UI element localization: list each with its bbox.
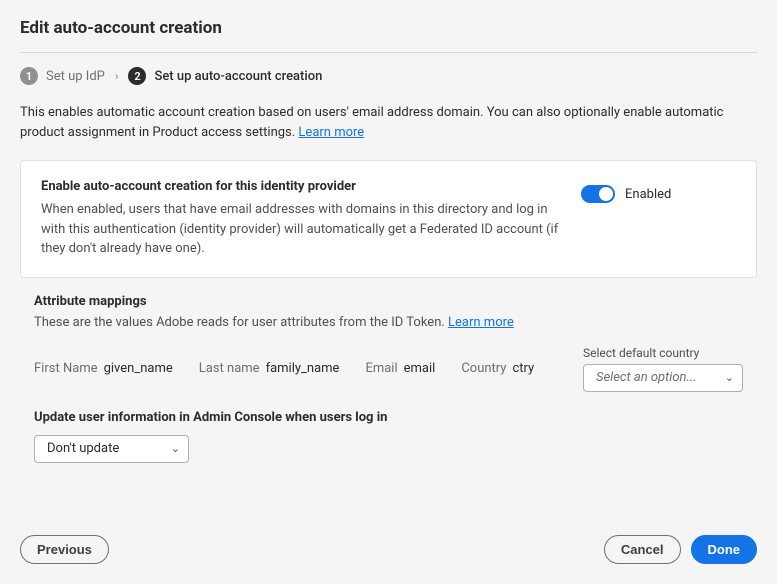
default-country-select[interactable]: Select an option... ⌄ [583,364,743,392]
enable-toggle[interactable] [581,185,615,203]
enable-toggle-label: Enabled [625,187,671,202]
previous-button[interactable]: Previous [20,535,109,564]
step-1[interactable]: 1 Set up IdP [20,67,105,85]
email-value: email [404,361,436,376]
intro-text: This enables automatic account creation … [20,103,757,142]
chevron-down-icon: ⌄ [725,371,734,384]
page-title: Edit auto-account creation [20,18,757,38]
default-country-label: Select default country [583,346,743,360]
enable-card: Enable auto-account creation for this id… [20,160,757,278]
title-divider [20,52,757,53]
step-1-label: Set up IdP [46,69,105,84]
country-label: Country [461,361,506,376]
last-name-value: family_name [266,361,340,376]
mappings-learn-more-link[interactable]: Learn more [448,315,514,330]
mappings-desc-wrap: These are the values Adobe reads for use… [34,315,743,330]
enable-title: Enable auto-account creation for this id… [41,179,561,194]
chevron-down-icon: ⌄ [171,442,180,455]
stepper: 1 Set up IdP › 2 Set up auto-account cre… [20,67,757,85]
mapping-row: First Name given_name Last name family_n… [34,346,743,392]
first-name-label: First Name [34,361,98,376]
step-2-label: Set up auto-account creation [154,69,322,84]
intro-learn-more-link[interactable]: Learn more [298,125,364,140]
first-name-value: given_name [104,361,173,376]
update-label: Update user information in Admin Console… [34,410,743,425]
mappings-section: Attribute mappings These are the values … [20,294,757,392]
mappings-title: Attribute mappings [34,294,743,309]
footer: Previous Cancel Done [20,535,757,564]
step-1-badge: 1 [20,67,38,85]
default-country-value: Select an option... [596,370,696,385]
mapping-country: Country ctry [461,361,534,376]
step-2-badge: 2 [128,67,146,85]
mapping-last-name: Last name family_name [199,361,340,376]
default-country-group: Select default country Select an option.… [583,346,743,392]
update-section: Update user information in Admin Console… [20,410,757,463]
cancel-button[interactable]: Cancel [604,535,681,564]
mapping-email: Email email [365,361,435,376]
mappings-desc: These are the values Adobe reads for use… [34,315,448,330]
country-value: ctry [512,361,534,376]
update-select[interactable]: Don't update ⌄ [34,435,189,463]
email-label: Email [365,361,397,376]
chevron-right-icon: › [115,69,119,83]
mapping-first-name: First Name given_name [34,361,173,376]
done-button[interactable]: Done [691,535,758,564]
update-select-value: Don't update [47,441,119,456]
intro-body: This enables automatic account creation … [20,105,724,140]
step-2[interactable]: 2 Set up auto-account creation [128,67,322,85]
last-name-label: Last name [199,361,260,376]
enable-desc: When enabled, users that have email addr… [41,200,561,259]
